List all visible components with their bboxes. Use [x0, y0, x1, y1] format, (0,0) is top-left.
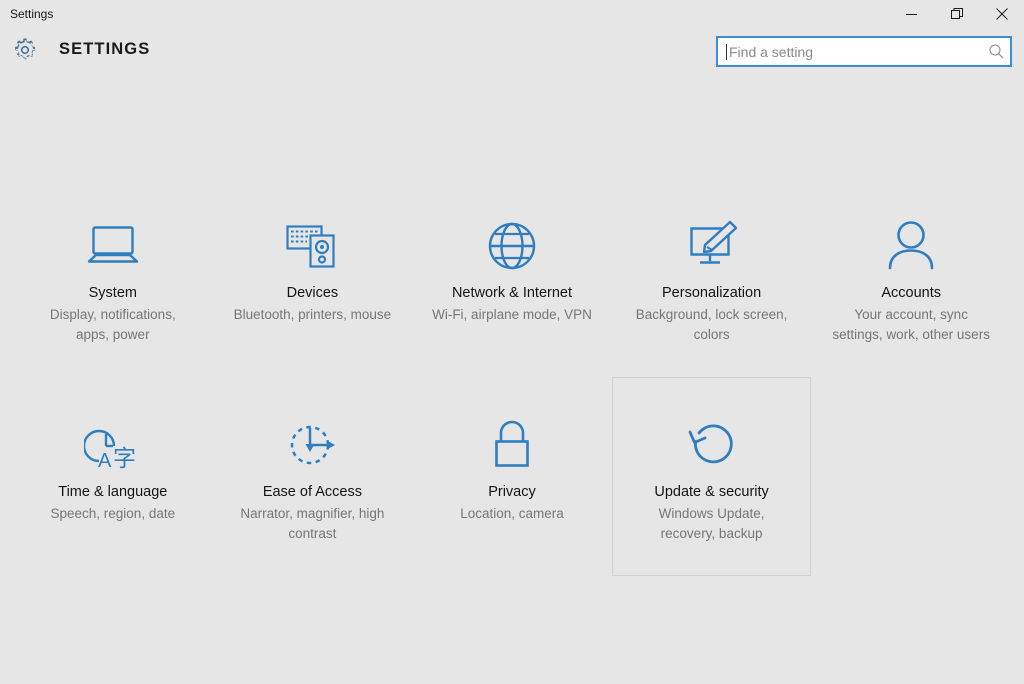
tile-time-language[interactable]: A 字 Time & language Speech, region, date [13, 377, 213, 576]
window-controls [889, 0, 1024, 28]
refresh-circle-icon [685, 414, 739, 476]
close-button[interactable] [979, 0, 1024, 28]
tile-description: Windows Update, recovery, backup [658, 506, 765, 541]
tile-description: Display, notifications, apps, power [49, 307, 176, 342]
search-button[interactable] [982, 38, 1010, 65]
tile-title: Network & Internet [451, 285, 573, 301]
tile-title: System [88, 285, 137, 301]
window-title: Settings [10, 7, 54, 21]
svg-text:字: 字 [113, 446, 136, 471]
gear-icon [15, 38, 36, 60]
tile-title: Update & security [654, 484, 769, 500]
search-icon [988, 44, 1003, 59]
settings-grid-row-2: A 字 Time & language Speech, region, date… [13, 377, 1011, 576]
tile-empty-slot [811, 377, 1011, 576]
tile-description: Narrator, magnifier, high contrast [240, 506, 385, 541]
search-box[interactable] [716, 36, 1012, 67]
tile-title: Privacy [488, 484, 536, 500]
maximize-button[interactable] [934, 0, 979, 28]
tile-description: Bluetooth, printers, mouse [233, 307, 392, 322]
tile-update-security[interactable]: Update & security Windows Update, recove… [611, 377, 812, 576]
maximize-restore-icon [950, 8, 963, 19]
laptop-icon [83, 215, 143, 277]
minimize-icon [906, 13, 917, 15]
tile-description: Wi-Fi, airplane mode, VPN [432, 307, 592, 322]
dashed-circle-arrows-icon [285, 414, 339, 476]
tile-network-internet[interactable]: Network & Internet Wi-Fi, airplane mode,… [412, 178, 612, 377]
minimize-button[interactable] [889, 0, 934, 28]
tile-description: Location, camera [460, 506, 564, 521]
tile-ease-of-access[interactable]: Ease of Access Narrator, magnifier, high… [213, 377, 413, 576]
close-icon [995, 8, 1008, 20]
settings-gear[interactable] [10, 35, 40, 65]
keyboard-speaker-icon [283, 215, 341, 277]
person-icon [886, 215, 936, 277]
title-bar: Settings [0, 0, 1024, 28]
monitor-paintbrush-icon [683, 215, 741, 277]
tile-description: Your account, sync settings, work, other… [832, 307, 990, 342]
tile-description: Background, lock screen, colors [635, 307, 788, 342]
page-title: SETTINGS [59, 40, 151, 58]
tile-title: Personalization [662, 285, 762, 301]
tile-description: Speech, region, date [50, 506, 176, 521]
tile-title: Devices [286, 285, 339, 301]
search-input[interactable] [727, 38, 982, 65]
clock-language-icon: A 字 [83, 414, 142, 476]
tile-personalization[interactable]: Personalization Background, lock screen,… [612, 178, 812, 377]
svg-text:A: A [98, 450, 112, 471]
tile-title: Accounts [881, 285, 941, 301]
settings-grid-row-1: System Display, notifications, apps, pow… [13, 178, 1011, 377]
app-header: SETTINGS [0, 28, 1024, 90]
tile-devices[interactable]: Devices Bluetooth, printers, mouse [213, 178, 413, 377]
padlock-icon [490, 414, 534, 476]
tile-title: Time & language [58, 484, 168, 500]
tile-accounts[interactable]: Accounts Your account, sync settings, wo… [811, 178, 1011, 377]
globe-icon [486, 215, 538, 277]
tile-title: Ease of Access [262, 484, 362, 500]
tile-system[interactable]: System Display, notifications, apps, pow… [13, 178, 213, 377]
tile-privacy[interactable]: Privacy Location, camera [412, 377, 612, 576]
